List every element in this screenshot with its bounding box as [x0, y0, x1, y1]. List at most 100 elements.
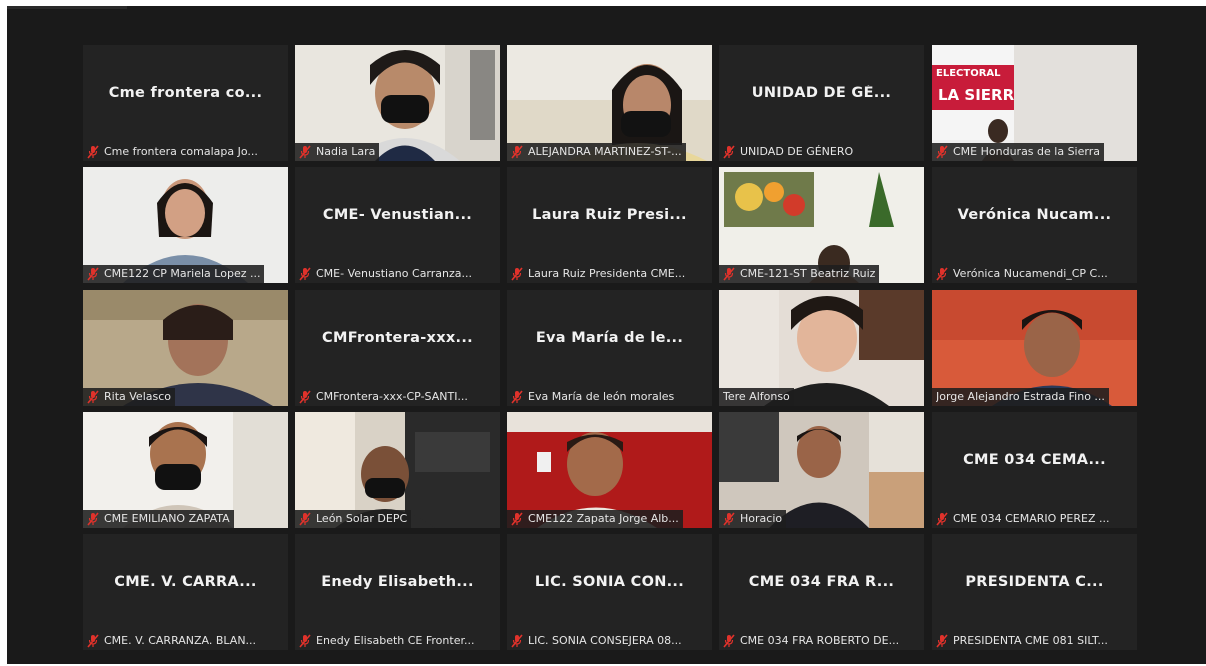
participant-tile[interactable]: CME122 CP Mariela Lopez ...	[83, 167, 288, 283]
participant-name-label: CME122 Zapata Jorge Alb...	[528, 512, 679, 525]
mic-muted-icon	[299, 267, 311, 281]
participant-display-name: Verónica Nucam...	[957, 207, 1112, 223]
participant-display-name: CME 034 CEMA...	[963, 452, 1106, 468]
participant-nameplate: CME 034 CEMARIO PEREZ ...	[932, 510, 1114, 528]
participant-name-label: CMFrontera-xxx-CP-SANTI...	[316, 390, 468, 403]
participant-tile[interactable]: UNIDAD DE GÉ... UNIDAD DE GÉNERO	[719, 45, 924, 161]
mic-muted-icon	[723, 634, 735, 648]
participant-tile[interactable]: CME- Venustian... CME- Venustiano Carranz…	[295, 167, 500, 283]
participant-nameplate: Enedy Elisabeth CE Fronter...	[295, 632, 478, 650]
participant-tile[interactable]: Eva María de le... Eva María de león mora…	[507, 290, 712, 406]
mic-muted-icon	[511, 267, 523, 281]
mic-muted-icon	[511, 145, 523, 159]
participant-tile[interactable]: Laura Ruiz Presi... Laura Ruiz Presidenta…	[507, 167, 712, 283]
participant-display-name: Eva María de le...	[535, 330, 684, 346]
participant-nameplate: Nadia Lara	[295, 143, 380, 161]
participant-tile[interactable]: León Solar DEPC	[295, 412, 500, 528]
participant-name-label: Rita Velasco	[104, 390, 171, 403]
participant-display-name: CME 034 FRA R...	[748, 574, 895, 590]
gallery-view-grid: Cme frontera co... Cme frontera comalapa …	[83, 45, 1138, 657]
participant-name-label: CME 034 FRA ROBERTO DE...	[740, 634, 900, 647]
mic-muted-icon	[87, 512, 99, 526]
participant-tile[interactable]: CMFrontera-xxx... CMFrontera-xxx-CP-SANTI…	[295, 290, 500, 406]
mic-muted-icon	[299, 145, 311, 159]
mic-muted-icon	[299, 512, 311, 526]
participant-name-label: Jorge Alejandro Estrada Fino ...	[936, 390, 1105, 403]
participant-name-label: Enedy Elisabeth CE Fronter...	[316, 634, 475, 647]
window-top-bar	[7, 6, 127, 9]
participant-nameplate: Laura Ruiz Presidenta CME...	[507, 265, 689, 283]
participant-tile[interactable]: LIC. SONIA CON... LIC. SONIA CONSEJERA 08…	[507, 534, 712, 650]
participant-tile[interactable]: Cme frontera co... Cme frontera comalapa …	[83, 45, 288, 161]
mic-muted-icon	[299, 634, 311, 648]
participant-name-label: CME Honduras de la Sierra	[953, 145, 1100, 158]
participant-tile[interactable]: Nadia Lara	[295, 45, 500, 161]
participant-nameplate: Jorge Alejandro Estrada Fino ...	[932, 388, 1109, 406]
participant-nameplate: UNIDAD DE GÉNERO	[719, 143, 857, 161]
participant-name-label: Eva María de león morales	[528, 390, 675, 403]
participant-tile[interactable]: CME EMILIANO ZAPATA	[83, 412, 288, 528]
mic-muted-icon	[936, 145, 948, 159]
participant-name-label: CME. V. CARRANZA. BLAN...	[104, 634, 257, 647]
participant-tile[interactable]: Jorge Alejandro Estrada Fino ...	[932, 290, 1137, 406]
participant-nameplate: CME-121-ST Beatriz Ruiz	[719, 265, 880, 283]
participant-display-name: UNIDAD DE GÉ...	[751, 85, 892, 101]
participant-tile[interactable]: Enedy Elisabeth... Enedy Elisabeth CE Fro…	[295, 534, 500, 650]
participant-name-label: Nadia Lara	[316, 145, 376, 158]
participant-tile[interactable]: Horacio	[719, 412, 924, 528]
participant-name-label: CME-121-ST Beatriz Ruiz	[740, 267, 876, 280]
participant-nameplate: León Solar DEPC	[295, 510, 412, 528]
mic-muted-icon	[511, 390, 523, 404]
participant-name-label: PRESIDENTA CME 081 SILT...	[953, 634, 1108, 647]
participant-tile[interactable]: ALEJANDRA MARTINEZ-ST-...	[507, 45, 712, 161]
participant-tile[interactable]: Verónica Nucam... Verónica Nucamendi_CP C…	[932, 167, 1137, 283]
participant-tile[interactable]: CME. V. CARRA... CME. V. CARRANZA. BLAN..…	[83, 534, 288, 650]
participant-tile[interactable]: PRESIDENTA C... PRESIDENTA CME 081 SILT..…	[932, 534, 1137, 650]
participant-name-label: Laura Ruiz Presidenta CME...	[528, 267, 686, 280]
participant-display-name: PRESIDENTA C...	[965, 574, 1104, 590]
participant-nameplate: Rita Velasco	[83, 388, 175, 406]
participant-name-label: Verónica Nucamendi_CP C...	[953, 267, 1108, 280]
participant-tile[interactable]: CME 034 CEMA... CME 034 CEMARIO PEREZ ...	[932, 412, 1137, 528]
participant-display-name: Enedy Elisabeth...	[321, 574, 474, 590]
participant-tile[interactable]: CME122 Zapata Jorge Alb...	[507, 412, 712, 528]
participant-tile[interactable]: CME-121-ST Beatriz Ruiz	[719, 167, 924, 283]
participant-tile[interactable]: ELECTORAL LA SIERRA CME Honduras de la Sie…	[932, 45, 1137, 161]
mic-muted-icon	[87, 145, 99, 159]
participant-name-label: Tere Alfonso	[723, 390, 790, 403]
participant-name-label: CME 034 CEMARIO PEREZ ...	[953, 512, 1110, 525]
participant-tile[interactable]: Rita Velasco	[83, 290, 288, 406]
participant-name-label: León Solar DEPC	[316, 512, 408, 525]
participant-nameplate: ALEJANDRA MARTINEZ-ST-...	[507, 143, 686, 161]
participant-nameplate: PRESIDENTA CME 081 SILT...	[932, 632, 1112, 650]
participant-nameplate: CME 034 FRA ROBERTO DE...	[719, 632, 903, 650]
mic-muted-icon	[87, 390, 99, 404]
participant-display-name: Cme frontera co...	[108, 85, 263, 101]
participant-tile[interactable]: CME 034 FRA R... CME 034 FRA ROBERTO DE..…	[719, 534, 924, 650]
participant-nameplate: Verónica Nucamendi_CP C...	[932, 265, 1112, 283]
mic-muted-icon	[936, 512, 948, 526]
mic-muted-icon	[936, 634, 948, 648]
participant-name-label: CME EMILIANO ZAPATA	[104, 512, 230, 525]
participant-nameplate: CME Honduras de la Sierra	[932, 143, 1104, 161]
participant-tile[interactable]: Tere Alfonso	[719, 290, 924, 406]
participant-nameplate: CME122 Zapata Jorge Alb...	[507, 510, 683, 528]
participant-name-label: UNIDAD DE GÉNERO	[740, 145, 854, 158]
participant-nameplate: CME- Venustiano Carranza...	[295, 265, 476, 283]
mic-muted-icon	[723, 512, 735, 526]
participant-display-name: CME. V. CARRA...	[114, 574, 257, 590]
participant-display-name: LIC. SONIA CON...	[534, 574, 685, 590]
video-banner-text: ELECTORAL	[936, 68, 1001, 79]
participant-name-label: CME122 CP Mariela Lopez ...	[104, 267, 261, 280]
participant-display-name: Laura Ruiz Presi...	[532, 207, 687, 223]
participant-name-label: Horacio	[740, 512, 783, 525]
mic-muted-icon	[511, 634, 523, 648]
participant-nameplate: CME EMILIANO ZAPATA	[83, 510, 234, 528]
mic-muted-icon	[511, 512, 523, 526]
participant-nameplate: Horacio	[719, 510, 787, 528]
video-banner-text: LA SIERRA	[938, 86, 1026, 104]
participant-nameplate: Eva María de león morales	[507, 388, 678, 406]
mic-muted-icon	[87, 634, 99, 648]
mic-muted-icon	[299, 390, 311, 404]
mic-muted-icon	[936, 267, 948, 281]
